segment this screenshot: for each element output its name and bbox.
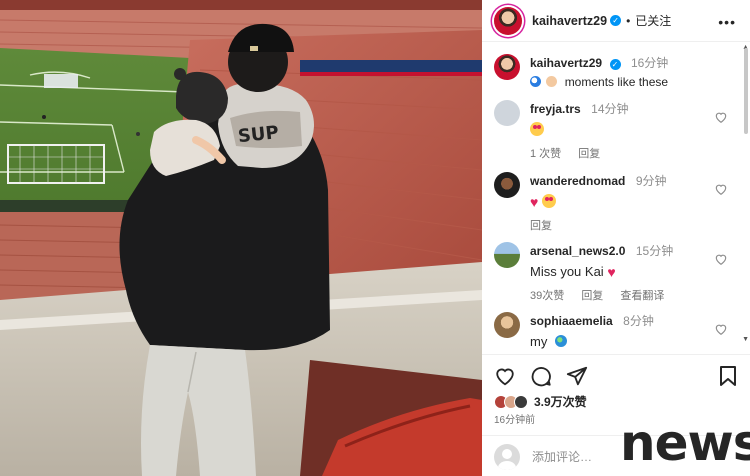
post-photo: SUP [0, 0, 482, 476]
comment-time: 14分钟 [591, 102, 629, 116]
post-header: kaihavertz29 ✓ • 已关注 ••• [482, 0, 750, 42]
add-comment-input[interactable]: 添加评论… [532, 448, 592, 465]
author-username[interactable]: kaihavertz29 [532, 14, 607, 28]
comment-username[interactable]: sophiaaemelia [530, 314, 613, 328]
comment-time: 8分钟 [623, 314, 654, 328]
scroll-down-arrow-icon[interactable]: ▼ [742, 336, 749, 343]
comment-item: freyja.trs 14分钟 1 次赞 回复 [494, 100, 740, 161]
svg-text:SUP: SUP [237, 122, 280, 147]
comment-item: arsenal_news2.0 15分钟 Miss you Kai ♥ 39次赞… [494, 242, 740, 303]
commenter-avatar[interactable] [494, 242, 520, 268]
bookmark-icon[interactable] [718, 365, 738, 387]
commenter-avatar[interactable] [494, 312, 520, 338]
like-comment-heart-icon[interactable] [714, 252, 728, 266]
post-time: 16分钟前 [494, 415, 536, 426]
caption-author-avatar[interactable] [494, 54, 520, 80]
post-caption: kaihavertz29 ✓ 16分钟 moments like these [494, 54, 668, 89]
like-comment-heart-icon[interactable] [714, 182, 728, 196]
heart-eyes-emoji-icon [541, 194, 556, 208]
comment-text: Miss you Kai [530, 264, 604, 279]
soccer-ball-emoji-icon [530, 76, 541, 87]
reply-button[interactable]: 回复 [578, 148, 600, 160]
comment-username[interactable]: arsenal_news2.0 [530, 244, 625, 258]
likes-count[interactable]: 3.9万次赞 [534, 393, 587, 410]
news-watermark: news [620, 414, 750, 472]
stadium-photo-image: SUP [0, 0, 482, 476]
liker-avatar [514, 394, 528, 409]
comment-time: 9分钟 [635, 174, 667, 188]
see-translation-button[interactable]: 查看翻译 [620, 290, 664, 302]
comment-item: wanderednomad 9分钟 ♥ 回复 [494, 172, 740, 233]
caption-username[interactable]: kaihavertz29 [530, 56, 602, 70]
comments-scrollbar[interactable] [744, 48, 748, 134]
share-icon[interactable] [566, 365, 588, 387]
comments-scroll-area[interactable]: kaihavertz29 ✓ 16分钟 moments like these f… [482, 42, 750, 354]
caption-text: moments like these [564, 75, 669, 89]
comment-icon[interactable] [530, 365, 552, 387]
author-avatar[interactable] [494, 6, 522, 35]
comment-text: my [530, 334, 548, 349]
heart-eyes-emoji-icon [530, 122, 544, 136]
comment-username[interactable]: freyja.trs [530, 102, 581, 116]
verified-badge-icon: ✓ [609, 59, 621, 70]
like-comment-heart-icon[interactable] [714, 110, 728, 124]
post-sidebar: kaihavertz29 ✓ • 已关注 ••• kaihavertz29 ✓ … [482, 0, 750, 476]
following-button[interactable]: 已关注 [635, 12, 671, 29]
globe-emoji-icon [554, 335, 567, 347]
comment-time: 15分钟 [635, 244, 674, 258]
more-horizontal-icon[interactable]: ••• [718, 14, 736, 30]
like-comment-heart-icon[interactable] [714, 322, 728, 336]
comment-likes[interactable]: 1 次赞 [530, 148, 561, 160]
heart-icon[interactable] [494, 365, 516, 387]
separator-dot: • [626, 13, 631, 28]
reply-button[interactable]: 回复 [530, 220, 552, 232]
baby-emoji-icon [546, 76, 558, 87]
heart-emoji-icon: ♥ [607, 264, 616, 280]
comment-likes[interactable]: 39次赞 [530, 290, 564, 302]
comment-username[interactable]: wanderednomad [530, 174, 625, 188]
heart-emoji-icon: ♥ [530, 194, 539, 210]
commenter-avatar[interactable] [494, 100, 520, 126]
commenter-avatar[interactable] [494, 172, 520, 198]
caption-time: 16分钟 [630, 56, 669, 70]
verified-badge-icon: ✓ [610, 15, 622, 26]
current-user-avatar [494, 443, 520, 470]
reply-button[interactable]: 回复 [581, 290, 603, 302]
comment-item: sophiaaemelia 8分钟 my [494, 312, 740, 349]
likes-summary[interactable]: 3.9万次赞 [494, 393, 587, 410]
